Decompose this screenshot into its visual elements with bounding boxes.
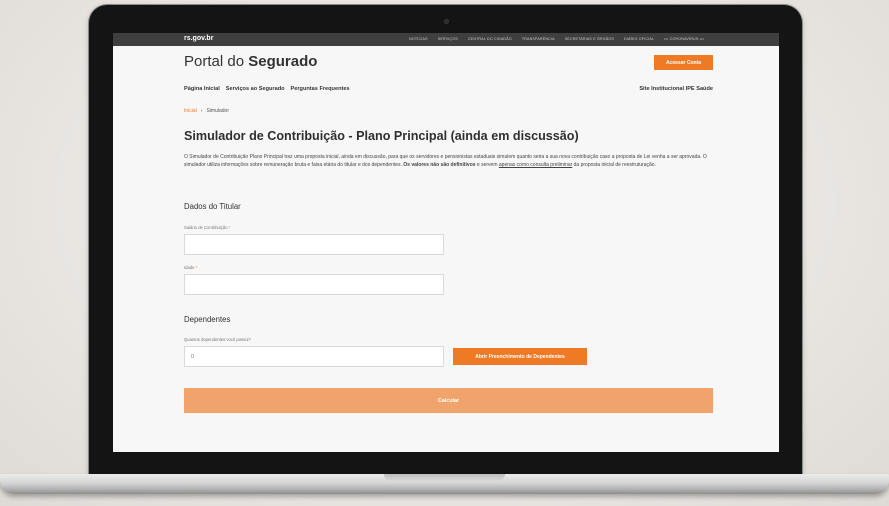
laptop-chin <box>101 452 791 476</box>
nav-item-home[interactable]: Página Inicial <box>184 86 220 92</box>
portal-title-bold: Segurado <box>248 53 318 70</box>
topbar-link-diario[interactable]: DIÁRIO OFICIAL <box>624 37 654 41</box>
topbar-link-coronavirus[interactable]: ••• CORONAVÍRUS ••• <box>664 37 704 41</box>
topbar-links: NOTÍCIAS SERVIÇOS CENTRAL DO CIDADÃO TRA… <box>409 37 704 41</box>
open-dependentes-button[interactable]: Abrir Preenchimento de Dependentes <box>453 348 587 365</box>
topbar-link-transparencia[interactable]: TRANSPARÊNCIA <box>522 37 555 41</box>
age-label: Idade * <box>184 265 197 270</box>
main-nav: Página Inicial Serviços ao Segurado Perg… <box>184 86 350 92</box>
camera-icon <box>444 19 449 24</box>
topbar-link-secretarias[interactable]: SECRETARIAS E ÓRGÃOS <box>565 37 614 41</box>
nav-item-faq[interactable]: Perguntas Frequentes <box>291 86 350 92</box>
login-button[interactable]: Acessar Conta <box>654 55 713 70</box>
breadcrumb-home[interactable]: Inicial <box>184 108 197 114</box>
intro-text: O Simulador de Contribuição Plano Princi… <box>184 153 716 170</box>
ipe-site-link[interactable]: Site Institucional IPE Saúde <box>639 86 713 92</box>
calculate-button[interactable]: Calcular <box>184 388 713 413</box>
breadcrumb-current: Simulador <box>206 108 229 114</box>
intro-part2: e servem <box>475 162 499 169</box>
page-title: Simulador de Contribuição - Plano Princi… <box>184 129 579 143</box>
dependentes-count-input[interactable]: 0 <box>184 346 444 367</box>
site-link[interactable]: rs.gov.br <box>184 35 213 42</box>
salary-label-text: Salário de Contribuição <box>184 225 228 230</box>
topbar-link-central[interactable]: CENTRAL DO CIDADÃO <box>468 37 512 41</box>
laptop-notch <box>384 474 505 481</box>
titular-heading: Dados do Titular <box>184 202 241 211</box>
dependentes-count-label: Quantos dependentes você possui? <box>184 337 251 342</box>
salary-input[interactable] <box>184 234 444 255</box>
required-mark: * <box>195 265 198 270</box>
dependentes-heading: Dependentes <box>184 315 231 324</box>
topbar-link-servicos[interactable]: SERVIÇOS <box>438 37 458 41</box>
intro-bold: Os valores não são definitivos <box>403 162 476 169</box>
topbar-link-noticias[interactable]: NOTÍCIAS <box>409 37 428 41</box>
age-label-text: Idade <box>184 265 195 270</box>
breadcrumb: Inicial › Simulador <box>184 108 229 114</box>
required-mark: * <box>228 225 231 230</box>
browser-screen: rs.gov.br NOTÍCIAS SERVIÇOS CENTRAL DO C… <box>113 33 779 452</box>
intro-underline: apenas como consulta preliminar <box>498 162 573 169</box>
salary-label: Salário de Contribuição * <box>184 225 230 230</box>
intro-part3: da proposta inicial de reestruturação. <box>572 162 656 169</box>
gov-topbar: rs.gov.br NOTÍCIAS SERVIÇOS CENTRAL DO C… <box>113 33 779 46</box>
chevron-right-icon: › <box>200 108 203 114</box>
nav-item-services[interactable]: Serviços ao Segurado <box>226 86 285 92</box>
portal-title-prefix: Portal do <box>184 53 249 70</box>
age-input[interactable] <box>184 274 444 295</box>
portal-title[interactable]: Portal do Segurado <box>184 53 317 70</box>
